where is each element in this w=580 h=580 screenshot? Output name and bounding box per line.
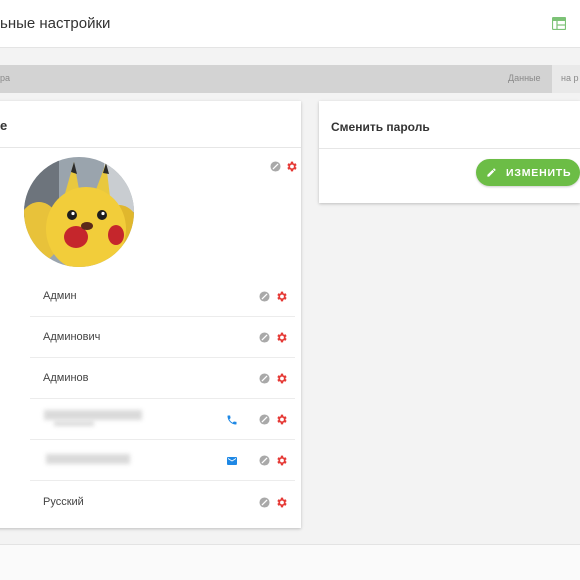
block-icon[interactable] xyxy=(259,414,270,425)
change-password-button[interactable]: ИЗМЕНИТЬ xyxy=(476,159,580,186)
strip-data-label: Данные xyxy=(508,73,541,83)
field-row-email xyxy=(30,440,295,481)
field-row-last-name: Админов xyxy=(30,358,295,399)
password-card-header: Сменить пароль xyxy=(319,101,580,149)
gear-icon[interactable] xyxy=(285,160,298,173)
mail-icon[interactable] xyxy=(226,455,238,467)
block-icon[interactable] xyxy=(259,291,270,302)
email-value-redacted xyxy=(46,454,130,464)
gear-icon[interactable] xyxy=(275,454,288,467)
patronymic-value: Админович xyxy=(43,331,101,343)
gear-icon[interactable] xyxy=(275,496,288,509)
avatar-image xyxy=(24,157,134,267)
profile-card-title: е xyxy=(0,118,8,133)
language-value: Русский xyxy=(43,496,84,508)
phone-value-redacted xyxy=(44,410,142,420)
phone-value-redacted-line xyxy=(54,421,94,426)
profile-card: е Админ Админович Админов Русский xyxy=(0,101,301,528)
footer-area xyxy=(0,545,580,580)
gear-icon[interactable] xyxy=(275,372,288,385)
gear-icon[interactable] xyxy=(275,413,288,426)
strip-tab[interactable]: на р xyxy=(552,65,580,93)
field-row-phone xyxy=(30,399,295,440)
password-card: Сменить пароль ИЗМЕНИТЬ xyxy=(319,101,580,203)
change-password-label: ИЗМЕНИТЬ xyxy=(506,167,572,179)
gear-icon[interactable] xyxy=(275,290,288,303)
first-name-value: Админ xyxy=(43,290,77,302)
block-icon[interactable] xyxy=(259,332,270,343)
gear-icon[interactable] xyxy=(275,331,288,344)
block-icon[interactable] xyxy=(259,455,270,466)
field-row-language: Русский xyxy=(30,482,295,523)
field-row-patronymic: Админович xyxy=(30,317,295,358)
password-card-title: Сменить пароль xyxy=(331,120,430,134)
avatar[interactable] xyxy=(24,157,134,267)
last-name-value: Админов xyxy=(43,372,89,384)
top-bar: ьные настройки xyxy=(0,0,580,48)
block-icon[interactable] xyxy=(270,161,281,172)
breadcrumb-strip: ра Данные на р xyxy=(0,65,580,93)
field-row-first-name: Админ xyxy=(30,276,295,317)
strip-left-label: ра xyxy=(0,73,11,83)
block-icon[interactable] xyxy=(259,373,270,384)
page-title: ьные настройки xyxy=(0,15,111,32)
pencil-icon xyxy=(487,168,496,177)
block-icon[interactable] xyxy=(259,497,270,508)
phone-icon[interactable] xyxy=(226,414,238,426)
profile-card-header: е xyxy=(0,101,301,148)
layout-icon[interactable] xyxy=(552,17,566,30)
